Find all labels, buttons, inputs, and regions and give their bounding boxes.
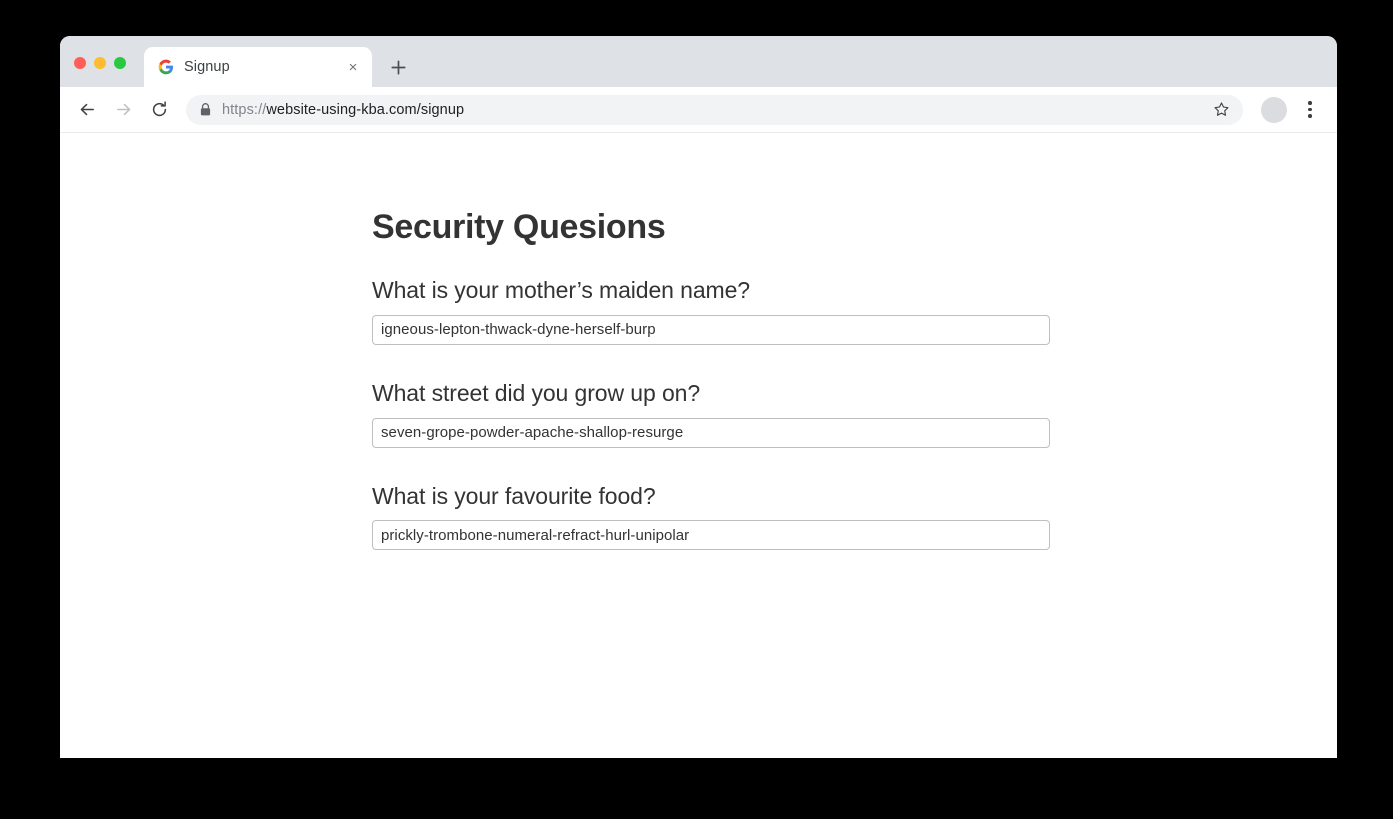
window-close-button[interactable] (74, 57, 86, 69)
question-label-mothers-maiden-name: What is your mother’s maiden name? (372, 276, 750, 303)
address-bar[interactable]: https://website-using-kba.com/signup (186, 94, 1243, 125)
menu-dot (1308, 107, 1312, 112)
lock-icon (200, 103, 211, 116)
new-tab-button[interactable] (382, 51, 414, 83)
window-minimize-button[interactable] (94, 57, 106, 69)
tab-list: Signup × (144, 36, 414, 87)
window-maximize-button[interactable] (114, 57, 126, 69)
browser-tab-signup[interactable]: Signup × (144, 47, 372, 87)
security-question-1: What is your mother’s maiden name? (372, 276, 1050, 345)
google-favicon-icon (158, 59, 174, 75)
profile-avatar[interactable] (1261, 96, 1287, 123)
security-question-3: What is your favourite food? (372, 482, 1050, 551)
star-icon[interactable] (1211, 100, 1231, 120)
answer-input-favourite-food[interactable] (372, 520, 1050, 551)
three-dot-menu-icon[interactable] (1297, 95, 1323, 125)
forward-button[interactable] (106, 93, 140, 127)
url-scheme: https:// (222, 101, 267, 118)
url-text: https://website-using-kba.com/signup (222, 102, 1194, 118)
security-question-2: What street did you grow up on? (372, 379, 1050, 448)
signup-security-questions-form: Security Quesions What is your mother’s … (372, 207, 1050, 551)
tab-title: Signup (184, 59, 230, 75)
menu-dot (1308, 114, 1312, 118)
question-label-favourite-food: What is your favourite food? (372, 482, 656, 509)
menu-dot (1308, 101, 1312, 105)
question-label-street-grew-up-on: What street did you grow up on? (372, 379, 701, 406)
page-title: Security Quesions (372, 208, 666, 246)
tab-strip: Signup × (60, 36, 1337, 87)
back-button[interactable] (70, 93, 104, 127)
window-traffic-lights (74, 57, 126, 69)
answer-input-mothers-maiden-name[interactable] (372, 314, 1050, 345)
tab-close-icon[interactable]: × (344, 58, 362, 76)
page-viewport: Security Quesions What is your mother’s … (60, 133, 1337, 758)
reload-button[interactable] (142, 93, 176, 127)
answer-input-street-grew-up-on[interactable] (372, 417, 1050, 448)
browser-toolbar: https://website-using-kba.com/signup (60, 87, 1337, 133)
url-host-path: website-using-kba.com/signup (266, 101, 465, 118)
browser-window: Signup × https://website-using-kba.com/s… (60, 36, 1337, 758)
